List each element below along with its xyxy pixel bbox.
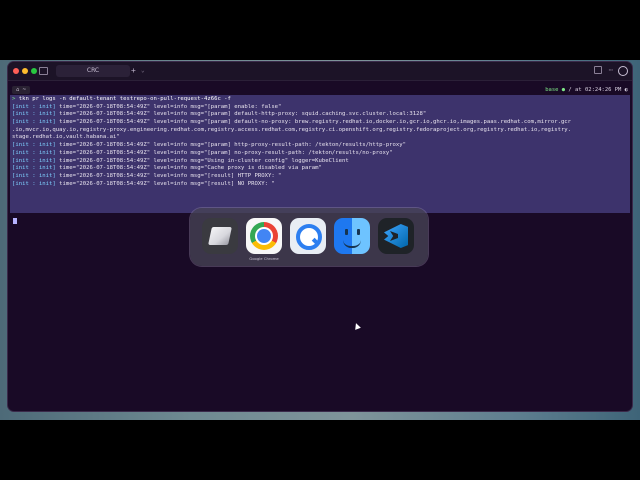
prompt-status: base ● / at 02:24:26 PM ◐ (545, 86, 628, 94)
prompt-directory: ⌂ ~ (12, 86, 30, 94)
log-message: time="2026-07-18T08:54:49Z" level=info m… (55, 149, 393, 156)
log-step-tag: [init : init] (12, 157, 56, 164)
finder-app-icon[interactable] (334, 218, 370, 254)
log-line: .io,mvcr.io,quay.io,registry-proxy.engin… (12, 127, 628, 135)
log-step-tag: [init : init] (12, 165, 56, 172)
quicktime-q-icon (296, 224, 322, 250)
chrome-app-icon[interactable] (246, 218, 282, 254)
terminal-cursor (13, 218, 17, 224)
cursor-app-icon[interactable] (202, 218, 238, 254)
log-line: stage.redhat.io,vault.habana.ai" (12, 134, 628, 142)
log-message: time="2026-07-18T08:54:49Z" level=info m… (55, 142, 407, 149)
log-message: stage.redhat.io,vault.habana.ai" (12, 134, 120, 141)
log-message: time="2026-07-18T08:54:49Z" level=info m… (55, 172, 282, 179)
close-window-button[interactable] (13, 68, 19, 74)
log-step-tag: [init : init] (12, 119, 56, 126)
log-message: time="2026-07-18T08:54:49Z" level=info m… (55, 180, 275, 187)
log-message: time="2026-07-18T08:54:49Z" level=info m… (55, 157, 349, 164)
log-line: [init : init] time="2026-07-18T08:54:49Z… (12, 111, 628, 119)
maximize-window-button[interactable] (31, 68, 37, 74)
log-line: [init : init] time="2026-07-18T08:54:49Z… (12, 150, 628, 158)
log-line: [init : init] time="2026-07-18T08:54:49Z… (12, 181, 628, 189)
finder-eye-icon (345, 229, 348, 235)
chrome-core-icon (257, 229, 271, 243)
finder-smile-icon (343, 240, 361, 248)
prompt-bar: ⌂ ~ base ● / at 02:24:26 PM ◐ (12, 86, 628, 94)
log-step-tag: [init : init] (12, 180, 56, 187)
log-line: [init : init] time="2026-07-18T08:54:49Z… (12, 104, 628, 112)
log-message: time="2026-07-18T08:54:49Z" level=info m… (55, 103, 282, 110)
command-text: tkn pr logs -n default-tenant testrepo-o… (18, 96, 231, 102)
title-bar[interactable]: CRC + ⌄ ⋯ (8, 62, 632, 81)
log-lines: [init : init] time="2026-07-18T08:54:49Z… (12, 104, 628, 189)
log-line: [init : init] time="2026-07-18T08:54:49Z… (12, 158, 628, 166)
conda-env-badge: base ● (545, 87, 566, 93)
log-step-tag: [init : init] (12, 172, 56, 179)
log-message: time="2026-07-18T08:54:49Z" level=info m… (55, 165, 322, 172)
sidebar-toggle-icon[interactable] (39, 67, 48, 75)
log-step-tag: [init : init] (12, 142, 56, 149)
prompt-arrow: > (12, 96, 16, 102)
log-line: [init : init] time="2026-07-18T08:54:49Z… (12, 173, 628, 181)
command-line: > tkn pr logs -n default-tenant testrepo… (12, 96, 628, 104)
account-icon[interactable] (618, 66, 628, 76)
log-message: time="2026-07-18T08:54:49Z" level=info m… (55, 111, 427, 118)
new-tab-button[interactable]: + (131, 65, 136, 77)
app-switcher-dock: Google Chrome (190, 208, 428, 266)
cursor-glyph-icon (208, 227, 232, 245)
log-step-tag: [init : init] (12, 103, 56, 110)
finder-eye-icon (357, 229, 360, 235)
tab-menu-chevron-icon[interactable]: ⌄ (141, 65, 145, 77)
log-line: [init : init] time="2026-07-18T08:54:49Z… (12, 142, 628, 150)
more-options-icon[interactable]: ⋯ (609, 65, 613, 75)
quicktime-app-icon[interactable] (290, 218, 326, 254)
log-message: time="2026-07-18T08:54:49Z" level=info m… (55, 119, 572, 126)
log-step-tag: [init : init] (12, 149, 56, 156)
log-output: > tkn pr logs -n default-tenant testrepo… (12, 96, 628, 196)
log-line: [init : init] time="2026-07-18T08:54:49Z… (12, 119, 628, 127)
vscode-app-icon[interactable] (378, 218, 414, 254)
prompt-time: / at 02:24:26 PM ◐ (568, 87, 628, 93)
split-view-icon[interactable] (594, 66, 602, 74)
log-line: [init : init] time="2026-07-18T08:54:49Z… (12, 165, 628, 173)
log-message: .io,mvcr.io,quay.io,registry-proxy.engin… (12, 126, 572, 133)
tab-crc[interactable]: CRC (56, 65, 130, 77)
minimize-window-button[interactable] (22, 68, 28, 74)
log-step-tag: [init : init] (12, 111, 56, 118)
chrome-app-label: Google Chrome (249, 256, 279, 261)
